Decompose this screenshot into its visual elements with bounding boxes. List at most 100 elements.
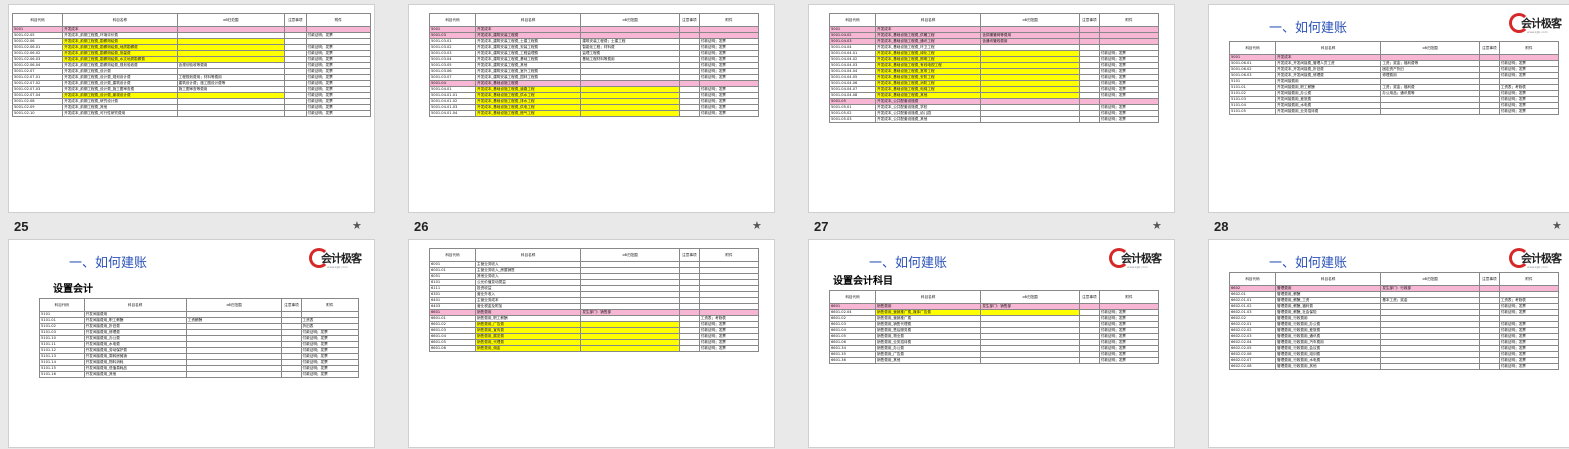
slide-29-thumbnail[interactable]: 一、如何建账 会计极客 www.kjjk.com 设置会计 科目代码 科目名称 об… xyxy=(8,239,375,448)
slide-30-thumbnail[interactable]: 科目代码 科目名称 об归范围 注意事项 附件 6001 主营业务收入 6001.01 主营业务… xyxy=(408,239,775,448)
cell-scope xyxy=(580,110,680,117)
column-header: 科目代码 xyxy=(428,248,477,262)
cell-att: 付款证明；发票 xyxy=(305,110,372,117)
page-number: 25 xyxy=(14,219,29,234)
cell-code: 5001.05.03 xyxy=(828,116,877,123)
cell-att: 付款证明；发票 xyxy=(1498,108,1560,115)
column-header: 注意事项 xyxy=(284,13,307,27)
cell-note xyxy=(1079,357,1100,364)
table-row: 6601.36 销售费用_其他 付款证明；发票 xyxy=(828,357,1160,364)
table-header-row: 科目代码 科目名称 об归范围 注意事项 附件 xyxy=(428,248,760,262)
column-header: 科目名称 xyxy=(1275,272,1382,286)
cell-note xyxy=(284,110,307,117)
column-header: 附件 xyxy=(698,13,760,27)
cell-code: 5101.16 xyxy=(39,371,85,378)
slide-25-thumbnail[interactable]: 科目代码 科目名称 об归范围 注意事项 附件 5001 开发成本 5001.02.05 开发成… xyxy=(8,4,375,213)
cell-code: 6601.06 xyxy=(428,345,477,352)
star-icon[interactable]: ★ xyxy=(752,219,762,232)
table-row: 5001.03.03 开发成本_建筑安装工程费_工程监理费 监理工程费 付款证明；发票 xyxy=(428,50,760,57)
cell-code: 6602.02.08 xyxy=(1228,363,1277,370)
column-header: 附件 xyxy=(698,248,760,262)
logo-url: www.kjjk.com xyxy=(1527,265,1548,269)
column-header: 注意事项 xyxy=(1079,13,1100,27)
cell-scope xyxy=(980,357,1080,364)
table-row: 5001.05.03 开发成本_公共配套设施费_其他 付款证明；发票 xyxy=(828,116,1160,123)
account-table: 科目代码 科目名称 об归范围 注意事项 附件 6601 销售费用 发生部门：销售部 6601.… xyxy=(828,290,1160,364)
slide-28-thumbnail[interactable]: 一、如何建账 会计极客 www.kjjk.com 科目代码 科目名称 об归范围 注意… xyxy=(1208,4,1569,213)
column-header: 科目名称 xyxy=(83,298,187,312)
cell-scope xyxy=(176,110,286,117)
table-row: 5001.03.01 开发成本_建筑安装工程费_土建工程费 建筑安装工程费；土建工程… xyxy=(428,38,760,45)
table-row: 5001.03.04 开发成本_建筑安装工程费_基础工程费 基础工程材料等费用 付款证… xyxy=(428,56,760,63)
column-header: 科目名称 xyxy=(875,290,982,304)
cell-code: 5101.05 xyxy=(1228,108,1277,115)
cell-att: 付款证明；发票 xyxy=(698,110,760,117)
star-icon[interactable]: ★ xyxy=(1552,219,1562,232)
account-table: 科目代码 科目名称 об归范围 注意事项 附件 6602 管理费用 发生部门：行政部 6602.… xyxy=(1228,272,1560,370)
column-header: 附件 xyxy=(305,13,372,27)
column-header: об归范围 xyxy=(980,290,1080,304)
table-header-row: 科目代码 科目名称 об归范围 注意事项 附件 xyxy=(828,290,1160,304)
column-header: 科目名称 xyxy=(475,13,582,27)
table-header-row: 科目代码 科目名称 об归范围 注意事项 附件 xyxy=(39,298,360,312)
cell-code: 5001.04.01.04 xyxy=(428,110,477,117)
table-row: 5001.06.01 开发成本_开发间接费_管理人员工资 工资；奖金；福利费等 付款证… xyxy=(1228,60,1560,67)
page-number: 26 xyxy=(414,219,429,234)
company-logo: 会计极客 www.kjjk.com xyxy=(1509,13,1565,37)
page-number: 27 xyxy=(814,219,829,234)
cell-name: 开发成本_前期工程费_可行性研究费用 xyxy=(62,110,178,117)
cell-note xyxy=(679,110,700,117)
account-table: 科目代码 科目名称 об归范围 注意事项 附件 5001 开发成本 5001.04.02 开发成… xyxy=(828,13,1160,123)
page-number: 28 xyxy=(1214,219,1229,234)
table-row: 5001.03.02 开发成本_建筑安装工程费_安装工程费 智能化工程；材料费 付款证… xyxy=(428,44,760,51)
slide-31-thumbnail[interactable]: 一、如何建账 会计极客 www.kjjk.com 设置会计科目 科目代码 科目名称… xyxy=(808,239,1175,448)
cell-name: 开发成本_公共配套设施费_其他 xyxy=(875,116,982,123)
logo-text: 会计极客 xyxy=(1521,17,1562,30)
column-header: 科目代码 xyxy=(1228,41,1277,55)
cell-scope xyxy=(1380,108,1480,115)
account-table: 科目代码 科目名称 об归范围 注意事项 附件 6001 主营业务收入 6001.01 主营业务… xyxy=(428,248,760,352)
cell-name: 销售费用_佣金 xyxy=(475,345,582,352)
column-header: 附件 xyxy=(1498,272,1560,286)
table-row: 5001.02.07.02 开发成本_前期工程费_设计费_建筑设计费 建筑设计费；施… xyxy=(11,80,372,87)
column-header: 注意事项 xyxy=(1479,272,1500,286)
column-header: 附件 xyxy=(1098,13,1160,27)
table-row: 6601.06 销售费用_佣金 付款证明；发票 xyxy=(428,345,760,352)
cell-att: 付款证明；发票 xyxy=(300,371,360,378)
subheading: 设置会计 xyxy=(53,284,93,295)
star-icon[interactable]: ★ xyxy=(1152,219,1162,232)
column-header: об归范围 xyxy=(580,13,680,27)
table-row: 5001.02.06.04 开发成本_前期工程费_勘察测绘费_规划验收费 含规划验收… xyxy=(11,62,372,69)
column-header: об归范围 xyxy=(580,248,680,262)
table-row: 5001.06.02 开发成本_开发间接费_折旧费 固定资产折旧 付款证明；发票 xyxy=(1228,66,1560,73)
column-header: 科目代码 xyxy=(428,13,477,27)
table-row: 5101.02 开发间接费用_办公费 办公用品；通讯费等 付款证明；发票 xyxy=(1228,90,1560,97)
table-row: 5001.02.10 开发成本_前期工程费_可行性研究费用 付款证明；发票 xyxy=(11,110,372,117)
table-header-row: 科目代码 科目名称 об归范围 注意事项 附件 xyxy=(828,13,1160,27)
slide-27-thumbnail[interactable]: 科目代码 科目名称 об归范围 注意事项 附件 5001 开发成本 5001.04.02 开发成… xyxy=(808,4,1175,213)
account-table: 科目代码 科目名称 об归范围 注意事项 附件 5001 开发成本 5001.03 开发成本_建… xyxy=(428,13,760,117)
column-header: об归范围 xyxy=(1380,272,1480,286)
cell-att: 付款证明；发票 xyxy=(1098,357,1160,364)
cell-att: 付款证明；发票 xyxy=(1498,363,1560,370)
cell-name: 管理费用_行政费用_其他 xyxy=(1275,363,1382,370)
column-header: 科目代码 xyxy=(11,13,64,27)
cell-note xyxy=(679,345,700,352)
slide-26-thumbnail[interactable]: 科目代码 科目名称 об归范围 注意事项 附件 5001 开发成本 5001.03 开发成本_建… xyxy=(408,4,775,213)
column-header: 科目名称 xyxy=(875,13,982,27)
column-header: 科目名称 xyxy=(475,248,582,262)
cell-note xyxy=(281,371,302,378)
table-header-row: 科目代码 科目名称 об归范围 注意事项 附件 xyxy=(1228,41,1560,55)
table-row: 5101.05 开发间接费用_业务招待费 付款证明；发票 xyxy=(1228,108,1560,115)
table-row: 5101.01 开发间接费用_职工薪酬 工资；奖金；福利费 工资表；考勤表 xyxy=(1228,84,1560,91)
column-header: об归范围 xyxy=(176,13,286,27)
table-row: 5001.02.07.01 开发成本_前期工程费_设计费_规划设计费 工程规划费用；… xyxy=(11,74,372,81)
star-icon[interactable]: ★ xyxy=(352,219,362,232)
table-header-row: 科目代码 科目名称 об归范围 注意事项 附件 xyxy=(1228,272,1560,286)
column-header: 注意事项 xyxy=(1079,290,1100,304)
slide-32-thumbnail[interactable]: 一、如何建账 会计极客 www.kjjk.com 科目代码 科目名称 об归范围 注意… xyxy=(1208,239,1569,448)
section-heading: 一、如何建账 xyxy=(69,255,148,270)
company-logo: 会计极客 www.kjjk.com xyxy=(1109,248,1165,272)
company-logo: 会计极客 www.kjjk.com xyxy=(309,248,365,272)
cell-name: 开发间接费用_业务招待费 xyxy=(1275,108,1382,115)
